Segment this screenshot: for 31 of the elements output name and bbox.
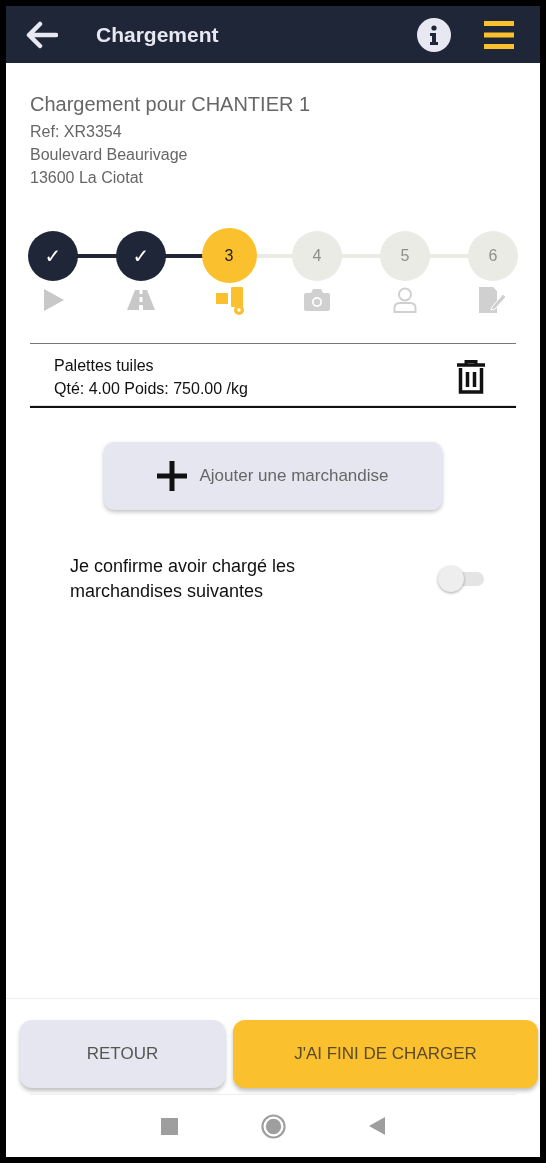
signed-document-icon [479,287,507,313]
step-circle: ✓ [28,231,78,281]
confirmation-text: Je confirme avoir chargé les marchandises suivantes [70,555,297,603]
camera-icon [304,289,330,311]
step-circle: 3 [201,228,257,283]
reference-text: Ref: XR3354 [30,122,123,142]
screen-title: Chargement [96,22,220,47]
info-icon[interactable] [417,17,451,52]
user-icon [393,287,417,313]
step-circle: ✓ [116,231,166,281]
recent-apps-icon[interactable] [161,1117,179,1135]
road-icon [127,290,155,310]
plus-icon [157,461,188,491]
step-circle: 4 [292,231,342,281]
back-arrow-icon[interactable] [26,20,58,49]
play-icon [41,288,65,312]
menu-icon[interactable] [484,20,514,49]
finish-loading-button[interactable]: J'AI FINI DE CHARGER [233,1020,538,1088]
trash-icon[interactable] [456,360,486,394]
item-name: Palettes tuiles [54,356,155,376]
home-icon[interactable] [261,1113,286,1139]
step-circle: 5 [380,231,430,281]
city-text: 13600 La Ciotat [30,168,144,188]
confirm-toggle[interactable] [438,566,484,592]
add-goods-button[interactable]: Ajouter une marchandise [104,442,442,510]
step-circle: 6 [468,231,518,281]
item-details: Qté: 4.00 Poids: 750.00 /kg [54,379,248,399]
back-triangle-icon[interactable] [368,1117,385,1135]
delivery-title: Chargement pour CHANTIER 1 [30,93,312,116]
street-text: Boulevard Beaurivage [30,145,189,165]
back-button[interactable]: RETOUR [20,1020,225,1088]
